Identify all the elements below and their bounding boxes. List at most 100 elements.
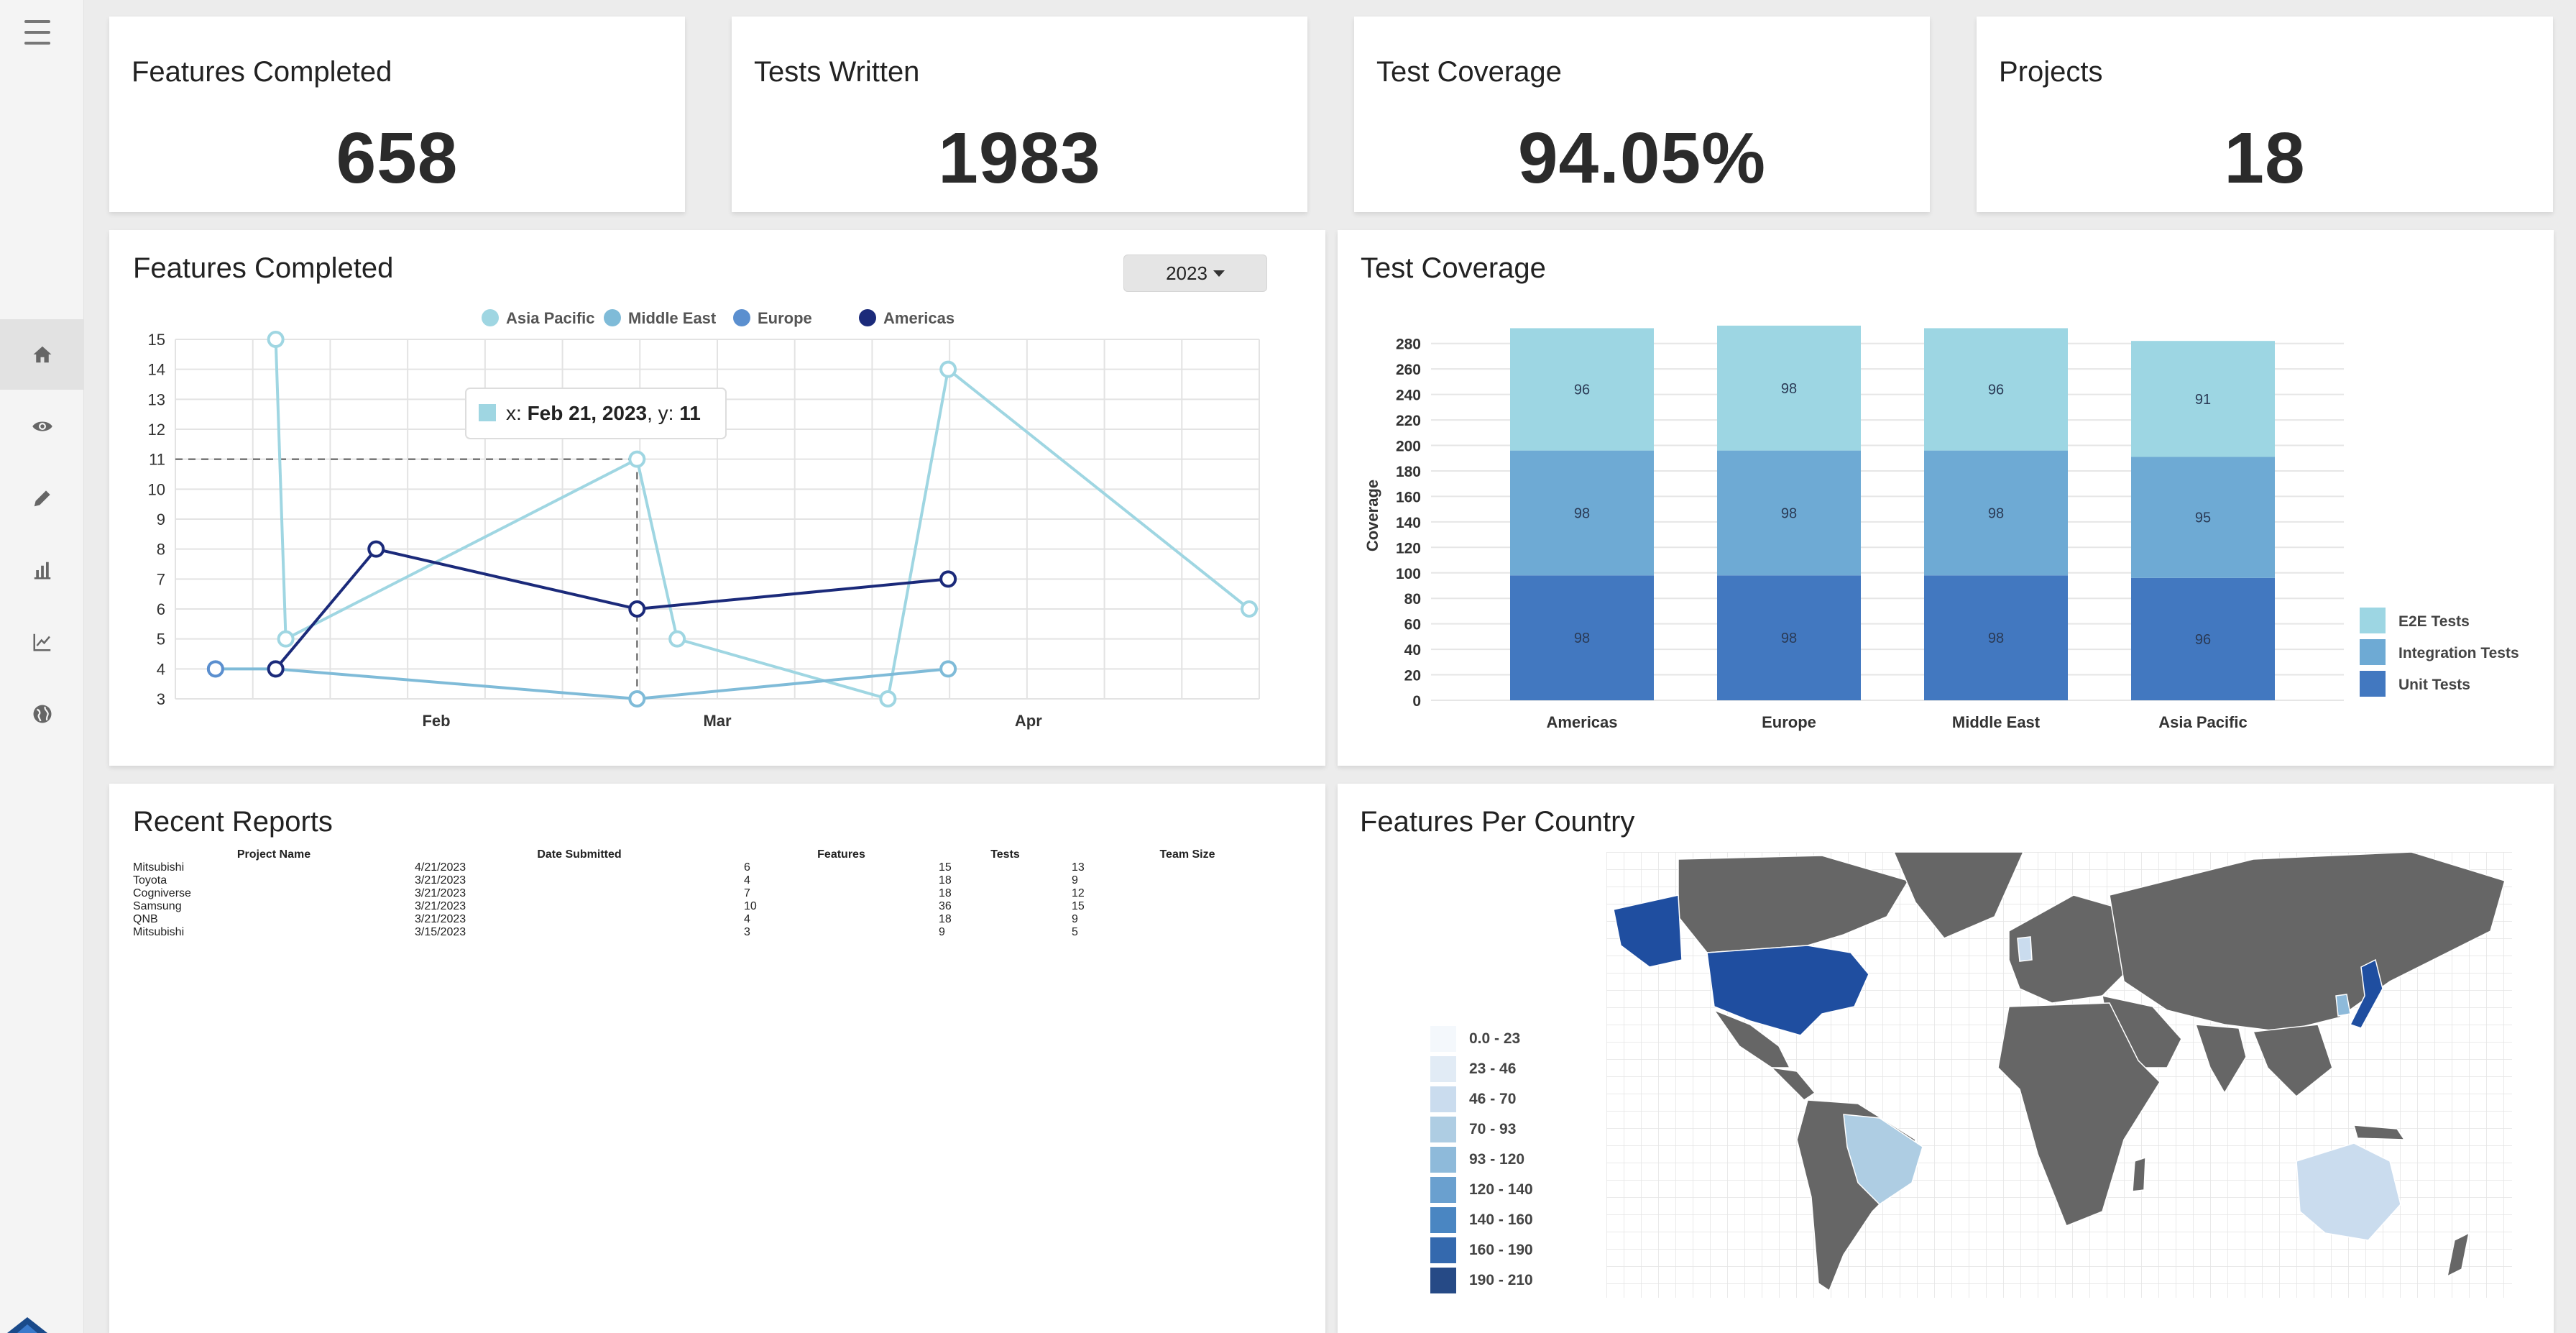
table-row[interactable]: Mitsubishi 4/21/2023 6 15 13	[133, 861, 1303, 874]
y-tick-label: 40	[1404, 642, 1421, 659]
bar-chart-icon	[34, 562, 50, 580]
column-header[interactable]: Team Size	[1072, 848, 1303, 861]
sidebar-item-home[interactable]	[0, 319, 84, 390]
table-row[interactable]: Cogniverse 3/21/2023 7 18 12	[133, 887, 1303, 900]
features-line-chart: 3 4 5 6 7 8 9 10 11 12 13 14 15 Feb Mar Apr Asia Pacific…	[148, 309, 1260, 730]
data-point	[939, 360, 957, 378]
map-legend-item: 190 - 210	[1430, 1265, 1533, 1296]
bar-data-label: 96	[1988, 383, 2004, 398]
world-map[interactable]	[1606, 852, 2512, 1298]
y-tick-label: 200	[1396, 439, 1421, 455]
cell-project: Toyota	[133, 874, 167, 887]
legend-label: Americas	[883, 309, 954, 327]
column-header[interactable]: Date Submitted	[415, 848, 744, 861]
bar-data-label: 98	[1574, 631, 1590, 646]
sidebar	[0, 0, 84, 1333]
x-tick-label: Europe	[1762, 713, 1816, 731]
data-point	[939, 660, 957, 678]
sidebar-item-edit[interactable]	[0, 463, 84, 533]
bar-data-label: 96	[1574, 383, 1590, 398]
year-dropdown-label: 2023	[1166, 262, 1208, 284]
globe-icon	[33, 705, 51, 723]
y-tick-label: 260	[1396, 362, 1421, 378]
y-tick-label: 7	[157, 570, 165, 588]
data-point	[267, 660, 285, 678]
table-row-partial[interactable]	[133, 939, 1303, 968]
y-tick-label: 9	[157, 510, 165, 528]
cell-tests: 18	[939, 913, 952, 925]
map-legend-item: 160 - 190	[1430, 1235, 1533, 1265]
bar-data-label: 95	[2195, 510, 2211, 526]
legend-swatch	[1430, 1207, 1456, 1233]
sidebar-item-globe[interactable]	[0, 679, 84, 749]
stat-title: Features Completed	[132, 56, 392, 88]
stat-value: 18	[2224, 118, 2306, 198]
legend-swatch	[1430, 1237, 1456, 1263]
y-tick-label: 6	[157, 600, 165, 618]
country-uk[interactable]	[2017, 936, 2033, 962]
cell-date: 3/21/2023	[415, 900, 466, 912]
y-axis-label: Coverage	[1363, 480, 1381, 551]
table-row[interactable]: Toyota 3/21/2023 4 18 9	[133, 874, 1303, 887]
y-tick-label: 180	[1396, 464, 1421, 480]
y-tick-label: 4	[157, 660, 165, 678]
cell-team: 5	[1072, 926, 1078, 938]
cell-team: 13	[1072, 861, 1085, 874]
column-header[interactable]: Project Name	[133, 848, 415, 861]
data-point	[267, 331, 285, 348]
stat-title: Test Coverage	[1376, 56, 1562, 88]
y-tick-label: 14	[148, 361, 165, 379]
cell-team: 15	[1072, 900, 1085, 912]
x-tick-label: Middle East	[1952, 713, 2041, 731]
reports-table: Project Name Date Submitted Features Tes…	[133, 848, 1303, 968]
data-point	[206, 660, 224, 678]
cell-features: 7	[744, 887, 750, 899]
y-tick-label: 12	[148, 421, 165, 439]
data-point	[277, 630, 295, 648]
table-row[interactable]: Mitsubishi 3/15/2023 3 9 5	[133, 926, 1303, 939]
sidebar-item-bar-chart[interactable]	[0, 535, 84, 605]
legend-marker	[604, 309, 621, 326]
y-tick-label: 13	[148, 390, 165, 408]
map-legend-item: 70 - 93	[1430, 1114, 1533, 1145]
map-legend-item: 0.0 - 23	[1430, 1024, 1533, 1054]
stat-title: Projects	[1999, 56, 2103, 88]
y-tick-label: 160	[1396, 489, 1421, 505]
hamburger-icon[interactable]	[24, 20, 50, 45]
chevron-down-icon	[1213, 270, 1225, 277]
cell-tests: 36	[939, 900, 952, 912]
stat-card-features: Features Completed 658	[109, 17, 685, 212]
y-tick-label: 240	[1396, 388, 1421, 404]
y-tick-label: 120	[1396, 540, 1421, 556]
y-tick-label: 60	[1404, 617, 1421, 633]
bar-data-label: 98	[1574, 505, 1590, 521]
pencil-icon	[34, 490, 50, 507]
bar-data-label: 91	[2195, 392, 2211, 408]
cell-tests: 9	[939, 926, 945, 938]
cell-project: Cogniverse	[133, 887, 191, 899]
data-point	[939, 570, 957, 588]
country-madagascar[interactable]	[2132, 1156, 2146, 1192]
cell-features: 10	[744, 900, 757, 912]
legend-label: Middle East	[628, 309, 717, 327]
sidebar-item-view[interactable]	[0, 391, 84, 462]
cell-tests: 18	[939, 874, 952, 887]
bar-data-label: 98	[1781, 381, 1797, 397]
home-icon	[33, 346, 51, 363]
table-row[interactable]: Samsung 3/21/2023 10 36 15	[133, 900, 1303, 913]
column-header[interactable]: Features	[744, 848, 939, 861]
legend-label: E2E Tests	[2398, 613, 2470, 630]
column-header[interactable]: Tests	[939, 848, 1072, 861]
stat-card-coverage: Test Coverage 94.05%	[1354, 17, 1930, 212]
legend-swatch	[1430, 1268, 1456, 1293]
sidebar-item-line-chart[interactable]	[0, 607, 84, 677]
legend-label: Asia Pacific	[506, 309, 595, 327]
year-dropdown[interactable]: 2023	[1123, 255, 1267, 292]
table-header-row: Project Name Date Submitted Features Tes…	[133, 848, 1303, 861]
y-tick-label: 10	[148, 480, 165, 498]
data-point	[628, 450, 646, 468]
cell-features: 4	[744, 913, 750, 925]
table-row[interactable]: QNB 3/21/2023 4 18 9	[133, 913, 1303, 926]
x-tick-label: Feb	[422, 712, 450, 730]
data-point	[879, 690, 897, 707]
